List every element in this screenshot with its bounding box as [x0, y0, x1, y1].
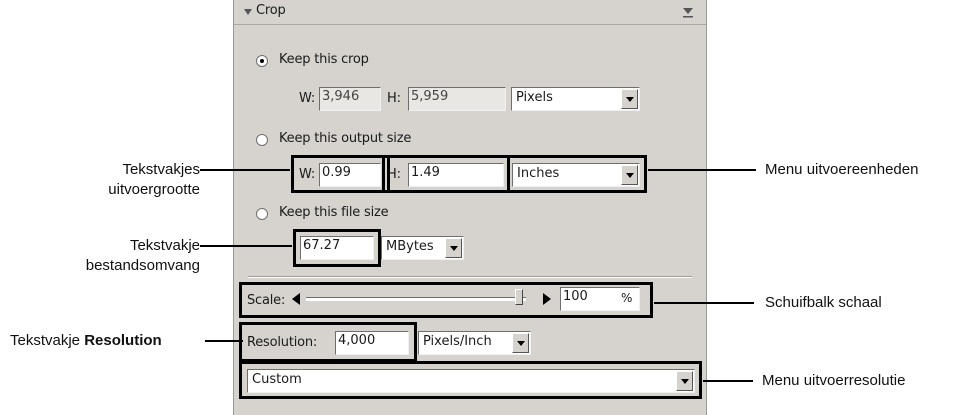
crop-panel: Crop Keep this crop W: 3,946 H: 5,959 Pi…: [233, 0, 707, 415]
dropdown-arrow-icon[interactable]: [512, 333, 529, 353]
callout-line-2: uitvoergrootte: [108, 181, 200, 198]
highlight-scale: [239, 282, 653, 318]
separator: [248, 276, 692, 278]
crop-height-field[interactable]: 5,959: [408, 87, 506, 111]
callout-resolution-field: Tekstvakje Resolution: [10, 331, 162, 351]
callout-scale-slider: Schuifbalk schaal: [765, 294, 882, 311]
panel-title-bar[interactable]: Crop: [234, 0, 706, 25]
callout-line: [703, 380, 753, 382]
highlight-output-height: [382, 155, 510, 193]
crop-width-field[interactable]: 3,946: [319, 87, 381, 111]
callout-line: [200, 169, 290, 171]
callout-file-size-field: Tekstvakje bestandsomvang: [86, 236, 200, 276]
callout-line: [205, 340, 243, 342]
collapse-triangle-icon[interactable]: [244, 9, 252, 15]
callout-text: Tekstvakje: [10, 332, 85, 349]
highlight-file-size: [293, 229, 381, 267]
callout-output-units-menu: Menu uitvoereenheden: [765, 161, 919, 178]
highlight-output-unit: [507, 155, 647, 193]
crop-unit-value: Pixels: [516, 90, 553, 105]
callout-line: [200, 245, 292, 247]
dropdown-arrow-icon[interactable]: [445, 238, 462, 258]
resolution-unit-select[interactable]: Pixels/Inch: [418, 331, 531, 355]
keep-crop-radio[interactable]: [256, 55, 268, 67]
keep-output-size-radio[interactable]: [256, 134, 268, 146]
callout-line-1: Tekstvakjes: [122, 161, 200, 178]
callout-bold-text: Resolution: [84, 332, 162, 349]
panel-menu-icon[interactable]: [682, 5, 694, 18]
crop-width-label: W:: [299, 91, 316, 106]
resolution-unit-value: Pixels/Inch: [423, 334, 492, 349]
callout-line-2: bestandsomvang: [85, 257, 200, 274]
file-size-unit-select[interactable]: MBytes: [381, 236, 464, 260]
callout-output-size-fields: Tekstvakjes uitvoergrootte: [108, 160, 200, 200]
file-size-unit-value: MBytes: [386, 239, 434, 254]
highlight-output-resolution: [239, 361, 702, 399]
callout-line: [654, 302, 754, 304]
keep-crop-label: Keep this crop: [279, 52, 369, 67]
crop-unit-select[interactable]: Pixels: [511, 87, 640, 111]
callout-output-resolution-menu: Menu uitvoerresolutie: [762, 372, 906, 389]
callout-line-1: Tekstvakje: [129, 237, 200, 254]
keep-file-size-radio[interactable]: [256, 208, 268, 220]
keep-file-size-label: Keep this file size: [279, 205, 389, 220]
callout-line: [648, 169, 756, 171]
highlight-output-width: [291, 155, 390, 193]
dropdown-arrow-icon[interactable]: [621, 89, 638, 109]
highlight-resolution: [239, 322, 417, 362]
panel-title: Crop: [256, 3, 286, 18]
crop-height-label: H:: [387, 91, 401, 106]
keep-output-size-label: Keep this output size: [279, 131, 412, 146]
